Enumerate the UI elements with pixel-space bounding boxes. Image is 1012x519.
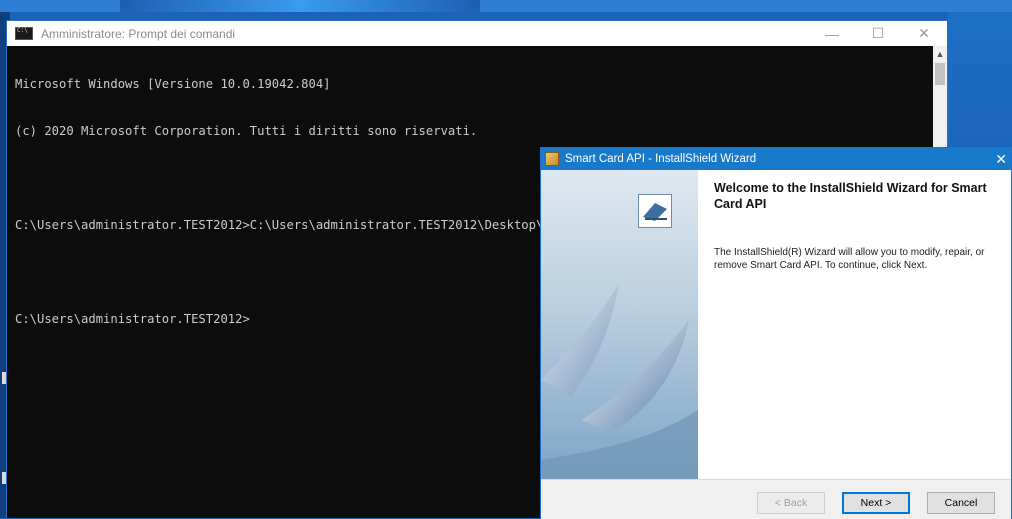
- wizard-titlebar[interactable]: Smart Card API - InstallShield Wizard ✕: [541, 148, 1011, 170]
- next-button[interactable]: Next >: [842, 492, 910, 514]
- desktop-wallpaper-glow: [120, 0, 480, 12]
- wizard-footer: < Back Next > Cancel: [541, 479, 1011, 519]
- cmd-window-title: Amministratore: Prompt dei comandi: [41, 26, 236, 41]
- sail-artwork-icon: [541, 282, 698, 479]
- wizard-description: The InstallShield(R) Wizard will allow y…: [714, 247, 985, 271]
- cancel-button[interactable]: Cancel: [927, 492, 995, 514]
- console-line: (c) 2020 Microsoft Corporation. Tutti i …: [15, 124, 478, 138]
- wizard-close-button[interactable]: ✕: [995, 148, 1007, 170]
- computer-setup-icon: [638, 194, 672, 228]
- scroll-up-icon[interactable]: ▲: [933, 46, 947, 62]
- installshield-wizard-dialog: Smart Card API - InstallShield Wizard ✕: [540, 147, 1012, 519]
- scroll-thumb[interactable]: [935, 63, 945, 85]
- back-button[interactable]: < Back: [757, 492, 825, 514]
- close-button[interactable]: ✕: [901, 21, 947, 46]
- maximize-button[interactable]: ☐: [855, 21, 901, 46]
- wizard-content: Welcome to the InstallShield Wizard for …: [698, 170, 1011, 479]
- console-line: Microsoft Windows [Versione 10.0.19042.8…: [15, 77, 331, 91]
- cmd-titlebar[interactable]: Amministratore: Prompt dei comandi — ☐ ✕: [7, 21, 947, 46]
- wizard-heading: Welcome to the InstallShield Wizard for …: [714, 181, 987, 211]
- cmd-app-icon: [15, 27, 33, 40]
- minimize-button[interactable]: —: [809, 21, 855, 46]
- wizard-title: Smart Card API - InstallShield Wizard: [565, 153, 757, 165]
- installer-icon: [545, 152, 559, 166]
- wizard-side-banner: [541, 170, 698, 479]
